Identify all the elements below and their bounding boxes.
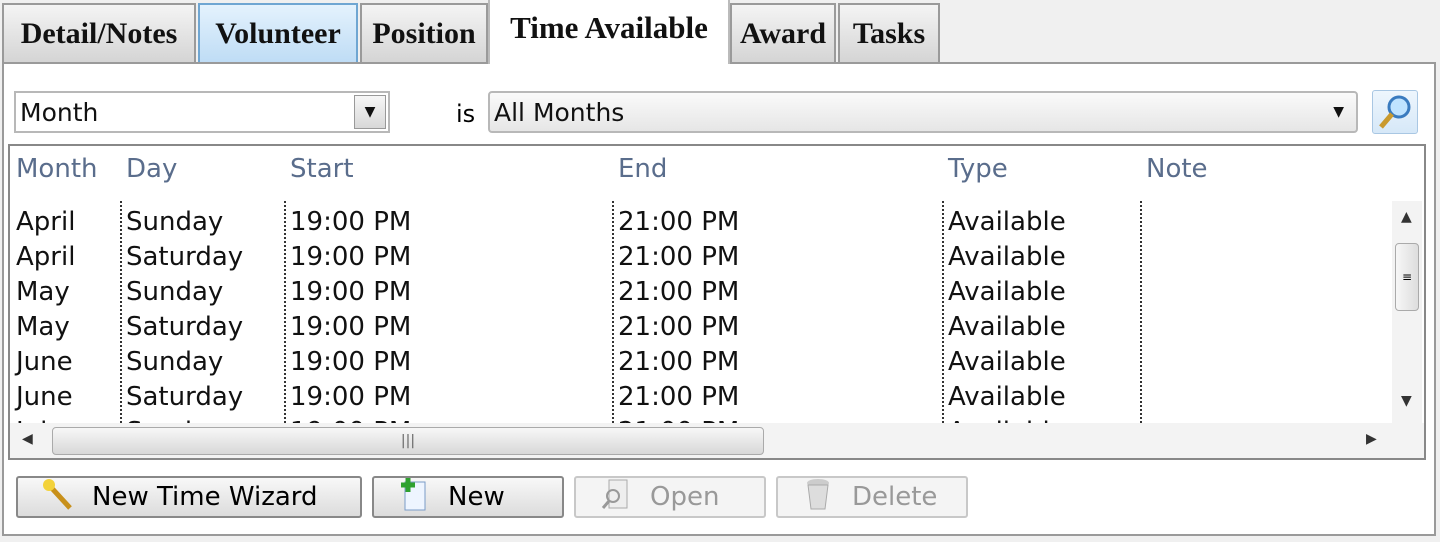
magnifier-icon (1379, 95, 1411, 129)
table-row[interactable]: April Sunday 19:00 PM 21:00 PM Available (10, 207, 1390, 242)
table-row[interactable]: May Saturday 19:00 PM 21:00 PM Available (10, 312, 1390, 347)
cell-end: 21:00 PM (618, 347, 740, 377)
open-label: Open (650, 482, 720, 512)
cell-end: 21:00 PM (618, 382, 740, 412)
open-document-icon (596, 476, 636, 519)
filter-field-value: Month (20, 97, 99, 127)
cell-type: Available (948, 382, 1066, 412)
cell-month: May (16, 277, 70, 307)
scroll-right-icon[interactable]: ▶ (1366, 431, 1377, 447)
trash-icon (798, 476, 838, 519)
tab-detail-notes[interactable]: Detail/Notes (2, 3, 196, 63)
table-row[interactable]: June Sunday 19:00 PM 21:00 PM Available (10, 347, 1390, 382)
time-available-panel: Month ▼ is All Months ▼ Month Day Start … (2, 62, 1436, 536)
cell-end: 21:00 PM (618, 277, 740, 307)
scroll-down-icon[interactable]: ▼ (1401, 393, 1412, 409)
table-row[interactable]: April Saturday 19:00 PM 21:00 PM Available (10, 242, 1390, 277)
cell-month: April (16, 207, 76, 237)
filter-operator-label: is (456, 100, 476, 128)
time-available-table: Month Day Start End Type Note April Sunda… (8, 144, 1426, 460)
vertical-scrollbar[interactable]: ▲ ≡ ▼ (1392, 201, 1422, 423)
delete-button[interactable]: Delete (776, 476, 968, 518)
new-button[interactable]: New (372, 476, 564, 518)
column-header-start[interactable]: Start (290, 154, 354, 184)
cell-month: June (16, 382, 73, 412)
cell-month: June (16, 347, 73, 377)
cell-type: Available (948, 312, 1066, 342)
cell-day: Saturday (126, 312, 244, 342)
cell-start: 19:00 PM (290, 207, 412, 237)
wand-icon (38, 476, 78, 519)
cell-day: Sunday (126, 207, 224, 237)
cell-start: 19:00 PM (290, 277, 412, 307)
cell-start: 19:00 PM (290, 347, 412, 377)
scroll-up-icon[interactable]: ▲ (1401, 209, 1412, 225)
new-document-icon (394, 476, 434, 519)
column-header-note[interactable]: Note (1146, 154, 1208, 184)
cell-type: Available (948, 277, 1066, 307)
cell-start: 19:00 PM (290, 242, 412, 272)
tab-time-available[interactable]: Time Available (488, 0, 730, 64)
cell-day: Saturday (126, 382, 244, 412)
horizontal-scrollbar[interactable]: ◀ ||| ▶ (10, 423, 1424, 458)
filter-field-select[interactable]: Month ▼ (14, 91, 390, 133)
cell-month: April (16, 242, 76, 272)
table-row[interactable]: May Sunday 19:00 PM 21:00 PM Available (10, 277, 1390, 312)
chevron-down-icon[interactable]: ▼ (1333, 104, 1344, 120)
cell-type: Available (948, 242, 1066, 272)
cell-end: 21:00 PM (618, 207, 740, 237)
scroll-left-icon[interactable]: ◀ (22, 431, 33, 447)
delete-label: Delete (852, 482, 938, 512)
vertical-scroll-thumb[interactable]: ≡ (1395, 243, 1419, 311)
tab-award[interactable]: Award (730, 3, 836, 63)
column-header-type[interactable]: Type (948, 154, 1008, 184)
tab-position[interactable]: Position (360, 3, 488, 63)
horizontal-scroll-thumb[interactable]: ||| (52, 427, 764, 455)
search-button[interactable] (1372, 90, 1418, 134)
column-header-month[interactable]: Month (16, 154, 98, 184)
cell-start: 19:00 PM (290, 382, 412, 412)
chevron-down-icon[interactable]: ▼ (354, 95, 386, 129)
cell-end: 21:00 PM (618, 312, 740, 342)
cell-month: May (16, 312, 70, 342)
new-label: New (448, 482, 505, 512)
table-body: April Sunday 19:00 PM 21:00 PM Available Apri… (10, 201, 1390, 423)
cell-end: 21:00 PM (618, 242, 740, 272)
new-time-wizard-label: New Time Wizard (92, 482, 318, 512)
cell-day: Sunday (126, 347, 224, 377)
cell-day: Saturday (126, 242, 244, 272)
column-header-end[interactable]: End (618, 154, 667, 184)
new-time-wizard-button[interactable]: New Time Wizard (16, 476, 362, 518)
tab-tasks[interactable]: Tasks (838, 3, 940, 63)
table-row[interactable]: June Saturday 19:00 PM 21:00 PM Available (10, 382, 1390, 417)
open-button[interactable]: Open (574, 476, 766, 518)
column-header-day[interactable]: Day (126, 154, 177, 184)
cell-day: Sunday (126, 277, 224, 307)
cell-start: 19:00 PM (290, 312, 412, 342)
cell-type: Available (948, 207, 1066, 237)
filter-value-select[interactable]: All Months ▼ (488, 91, 1358, 133)
filter-value: All Months (494, 97, 625, 127)
cell-type: Available (948, 347, 1066, 377)
tab-volunteer[interactable]: Volunteer (198, 3, 358, 63)
